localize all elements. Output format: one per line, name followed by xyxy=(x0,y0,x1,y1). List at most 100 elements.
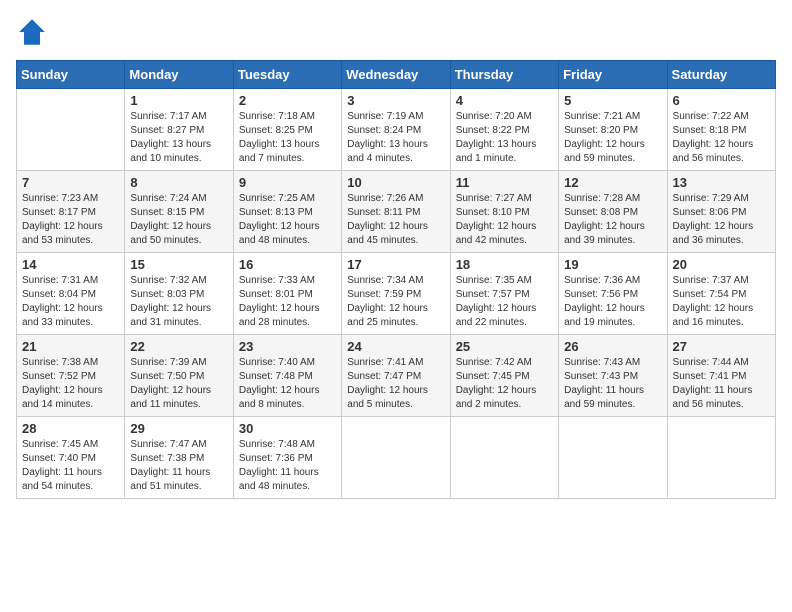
day-number: 2 xyxy=(239,93,336,108)
day-number: 6 xyxy=(673,93,770,108)
day-info: Sunrise: 7:42 AMSunset: 7:45 PMDaylight:… xyxy=(456,356,553,412)
calendar-header-row: SundayMondayTuesdayWednesdayThursdayFrid… xyxy=(17,61,776,89)
calendar-cell: 9Sunrise: 7:25 AMSunset: 8:13 PMDaylight… xyxy=(233,171,341,253)
day-info: Sunrise: 7:48 AMSunset: 7:36 PMDaylight:… xyxy=(239,438,336,494)
day-number: 18 xyxy=(456,257,553,272)
calendar-cell: 24 Sunrise: 7:41 AMSunset: 7:47 PMDayligh… xyxy=(342,335,450,417)
day-info: Sunrise: 7:44 AMSunset: 7:41 PMDaylight:… xyxy=(673,356,770,412)
day-info: Sunrise: 7:37 AMSunset: 7:54 PMDaylight:… xyxy=(673,274,770,330)
calendar-cell: 5 Sunrise: 7:21 AMSunset: 8:20 PMDaylight… xyxy=(559,89,667,171)
calendar-week-row: 1 Sunrise: 7:17 AMSunset: 8:27 PMDaylight… xyxy=(17,89,776,171)
calendar: SundayMondayTuesdayWednesdayThursdayFrid… xyxy=(16,60,776,499)
calendar-week-row: 14 Sunrise: 7:31 AMSunset: 8:04 PMDayligh… xyxy=(17,253,776,335)
calendar-cell: 18Sunrise: 7:35 AMSunset: 7:57 PMDayligh… xyxy=(450,253,558,335)
day-number: 17 xyxy=(347,257,444,272)
day-number: 12 xyxy=(564,175,661,190)
weekday-header: Monday xyxy=(125,61,233,89)
page-header xyxy=(16,16,776,48)
day-info: Sunrise: 7:21 AMSunset: 8:20 PMDaylight:… xyxy=(564,110,661,166)
calendar-cell: 16 Sunrise: 7:33 AMSunset: 8:01 PMDayligh… xyxy=(233,253,341,335)
day-number: 15 xyxy=(130,257,227,272)
day-number: 25 xyxy=(456,339,553,354)
calendar-week-row: 21 Sunrise: 7:38 AMSunset: 7:52 PMDayligh… xyxy=(17,335,776,417)
weekday-header: Saturday xyxy=(667,61,775,89)
day-number: 26 xyxy=(564,339,661,354)
calendar-cell: 27 Sunrise: 7:44 AMSunset: 7:41 PMDayligh… xyxy=(667,335,775,417)
day-number: 24 xyxy=(347,339,444,354)
calendar-cell: 17 Sunrise: 7:34 AMSunset: 7:59 PMDayligh… xyxy=(342,253,450,335)
calendar-cell xyxy=(559,417,667,499)
calendar-cell: 2 Sunrise: 7:18 AMSunset: 8:25 PMDaylight… xyxy=(233,89,341,171)
day-number: 13 xyxy=(673,175,770,190)
day-number: 5 xyxy=(564,93,661,108)
day-info: Sunrise: 7:31 AMSunset: 8:04 PMDaylight:… xyxy=(22,274,119,330)
logo-icon xyxy=(16,16,48,48)
calendar-cell: 6 Sunrise: 7:22 AMSunset: 8:18 PMDaylight… xyxy=(667,89,775,171)
day-info: Sunrise: 7:22 AMSunset: 8:18 PMDaylight:… xyxy=(673,110,770,166)
day-number: 4 xyxy=(456,93,553,108)
calendar-cell xyxy=(342,417,450,499)
day-number: 8 xyxy=(130,175,227,190)
calendar-cell xyxy=(17,89,125,171)
day-info: Sunrise: 7:33 AMSunset: 8:01 PMDaylight:… xyxy=(239,274,336,330)
day-number: 9 xyxy=(239,175,336,190)
calendar-cell: 29Sunrise: 7:47 AMSunset: 7:38 PMDayligh… xyxy=(125,417,233,499)
weekday-header: Friday xyxy=(559,61,667,89)
day-info: Sunrise: 7:20 AMSunset: 8:22 PMDaylight:… xyxy=(456,110,553,166)
calendar-cell: 26 Sunrise: 7:43 AMSunset: 7:43 PMDayligh… xyxy=(559,335,667,417)
day-info: Sunrise: 7:38 AMSunset: 7:52 PMDaylight:… xyxy=(22,356,119,412)
day-info: Sunrise: 7:39 AMSunset: 7:50 PMDaylight:… xyxy=(130,356,227,412)
day-number: 19 xyxy=(564,257,661,272)
calendar-cell: 22 Sunrise: 7:39 AMSunset: 7:50 PMDayligh… xyxy=(125,335,233,417)
day-info: Sunrise: 7:43 AMSunset: 7:43 PMDaylight:… xyxy=(564,356,661,412)
weekday-header: Thursday xyxy=(450,61,558,89)
day-info: Sunrise: 7:40 AMSunset: 7:48 PMDaylight:… xyxy=(239,356,336,412)
day-info: Sunrise: 7:32 AMSunset: 8:03 PMDaylight:… xyxy=(130,274,227,330)
day-number: 29 xyxy=(130,421,227,436)
calendar-cell: 20 Sunrise: 7:37 AMSunset: 7:54 PMDayligh… xyxy=(667,253,775,335)
day-number: 10 xyxy=(347,175,444,190)
calendar-cell: 15 Sunrise: 7:32 AMSunset: 8:03 PMDayligh… xyxy=(125,253,233,335)
calendar-cell: 12Sunrise: 7:28 AMSunset: 8:08 PMDayligh… xyxy=(559,171,667,253)
day-number: 22 xyxy=(130,339,227,354)
day-info: Sunrise: 7:18 AMSunset: 8:25 PMDaylight:… xyxy=(239,110,336,166)
calendar-cell: 8 Sunrise: 7:24 AMSunset: 8:15 PMDaylight… xyxy=(125,171,233,253)
day-info: Sunrise: 7:19 AMSunset: 8:24 PMDaylight:… xyxy=(347,110,444,166)
day-info: Sunrise: 7:36 AMSunset: 7:56 PMDaylight:… xyxy=(564,274,661,330)
day-info: Sunrise: 7:17 AMSunset: 8:27 PMDaylight:… xyxy=(130,110,227,166)
weekday-header: Tuesday xyxy=(233,61,341,89)
day-info: Sunrise: 7:34 AMSunset: 7:59 PMDaylight:… xyxy=(347,274,444,330)
day-info: Sunrise: 7:41 AMSunset: 7:47 PMDaylight:… xyxy=(347,356,444,412)
day-number: 14 xyxy=(22,257,119,272)
calendar-cell: 7 Sunrise: 7:23 AMSunset: 8:17 PMDaylight… xyxy=(17,171,125,253)
day-info: Sunrise: 7:24 AMSunset: 8:15 PMDaylight:… xyxy=(130,192,227,248)
calendar-cell: 25 Sunrise: 7:42 AMSunset: 7:45 PMDayligh… xyxy=(450,335,558,417)
day-number: 30 xyxy=(239,421,336,436)
calendar-cell xyxy=(450,417,558,499)
day-info: Sunrise: 7:27 AMSunset: 8:10 PMDaylight:… xyxy=(456,192,553,248)
day-number: 21 xyxy=(22,339,119,354)
day-number: 3 xyxy=(347,93,444,108)
day-number: 23 xyxy=(239,339,336,354)
logo xyxy=(16,16,52,48)
day-number: 27 xyxy=(673,339,770,354)
calendar-cell: 28 Sunrise: 7:45 AMSunset: 7:40 PMDayligh… xyxy=(17,417,125,499)
calendar-week-row: 28 Sunrise: 7:45 AMSunset: 7:40 PMDayligh… xyxy=(17,417,776,499)
calendar-cell: 21 Sunrise: 7:38 AMSunset: 7:52 PMDayligh… xyxy=(17,335,125,417)
day-number: 1 xyxy=(130,93,227,108)
day-number: 16 xyxy=(239,257,336,272)
day-info: Sunrise: 7:45 AMSunset: 7:40 PMDaylight:… xyxy=(22,438,119,494)
calendar-cell: 1 Sunrise: 7:17 AMSunset: 8:27 PMDaylight… xyxy=(125,89,233,171)
day-number: 28 xyxy=(22,421,119,436)
calendar-cell: 10 Sunrise: 7:26 AMSunset: 8:11 PMDayligh… xyxy=(342,171,450,253)
day-number: 7 xyxy=(22,175,119,190)
day-info: Sunrise: 7:23 AMSunset: 8:17 PMDaylight:… xyxy=(22,192,119,248)
weekday-header: Sunday xyxy=(17,61,125,89)
day-number: 20 xyxy=(673,257,770,272)
calendar-cell xyxy=(667,417,775,499)
day-info: Sunrise: 7:26 AMSunset: 8:11 PMDaylight:… xyxy=(347,192,444,248)
calendar-cell: 4 Sunrise: 7:20 AMSunset: 8:22 PMDaylight… xyxy=(450,89,558,171)
calendar-cell: 13Sunrise: 7:29 AMSunset: 8:06 PMDayligh… xyxy=(667,171,775,253)
calendar-cell: 14 Sunrise: 7:31 AMSunset: 8:04 PMDayligh… xyxy=(17,253,125,335)
calendar-week-row: 7 Sunrise: 7:23 AMSunset: 8:17 PMDaylight… xyxy=(17,171,776,253)
